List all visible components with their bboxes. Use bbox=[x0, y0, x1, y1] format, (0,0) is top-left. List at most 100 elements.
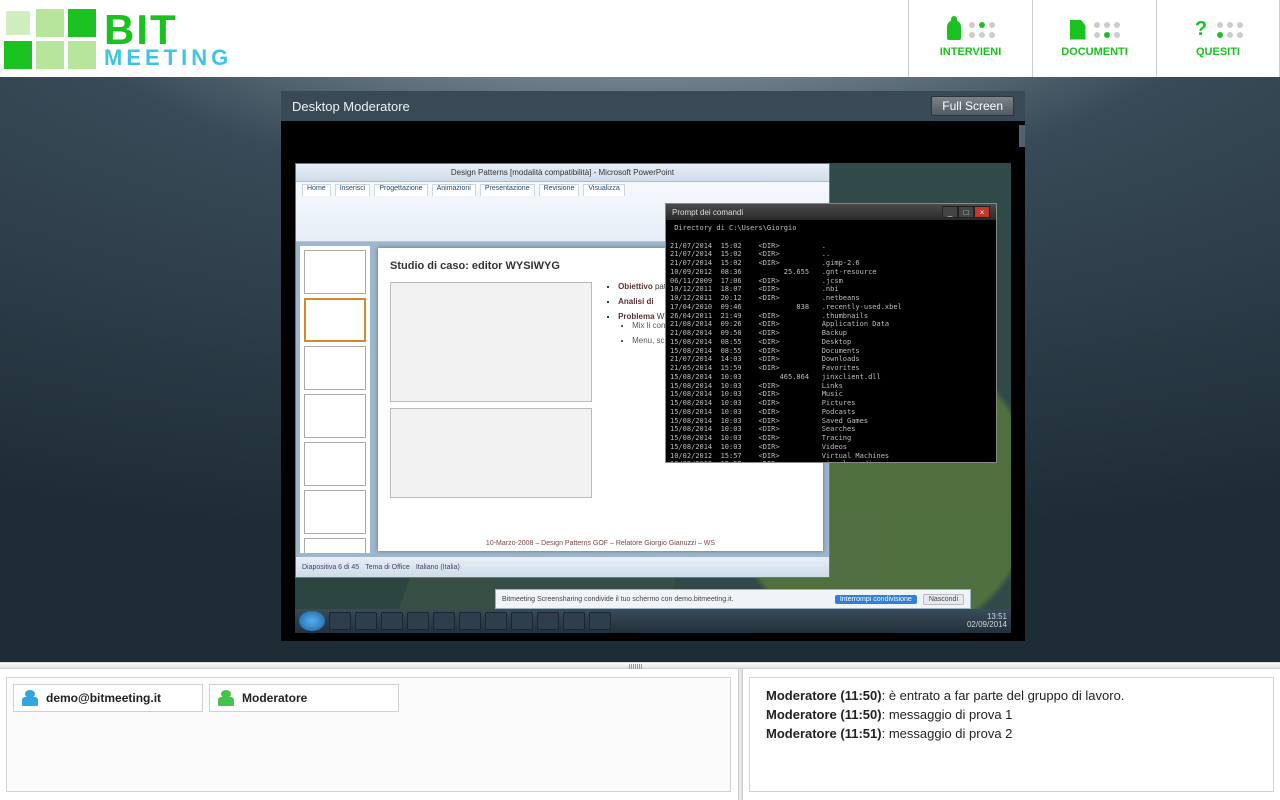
slide-image bbox=[390, 282, 592, 402]
taskbar-item bbox=[381, 612, 403, 630]
ribbon-tab: Inserisci bbox=[335, 184, 371, 196]
chat-author: Moderatore (11:50) bbox=[766, 707, 882, 722]
status-text: Italiano (Italia) bbox=[416, 564, 460, 571]
chat-line: Moderatore (11:50): è entrato a far part… bbox=[766, 688, 1257, 703]
share-text: Bitmeeting Screensharing condivide il tu… bbox=[502, 596, 734, 603]
max-icon: □ bbox=[958, 206, 974, 218]
question-icon: ? bbox=[1193, 20, 1209, 40]
bullet-head: Obiettivo bbox=[618, 282, 653, 291]
nav-quesiti[interactable]: ? QUESITI bbox=[1156, 0, 1280, 77]
brand-line2: MEETING bbox=[104, 47, 232, 69]
logo-mark bbox=[4, 9, 96, 69]
start-button-icon bbox=[299, 611, 325, 631]
remote-desktop[interactable]: Design Patterns [modalità compatibilità]… bbox=[295, 163, 1011, 633]
taskbar: 13:51 02/09/2014 bbox=[295, 609, 1011, 633]
document-icon bbox=[1070, 20, 1086, 40]
nav-intervieni[interactable]: INTERVIENI bbox=[908, 0, 1032, 77]
thumb bbox=[304, 538, 366, 553]
status-text: Tema di Office bbox=[365, 564, 410, 571]
user-icon bbox=[22, 690, 38, 706]
ribbon-tab: Animazioni bbox=[432, 184, 476, 196]
presenter-panel: Desktop Moderatore Full Screen Design Pa… bbox=[281, 91, 1025, 641]
horizontal-splitter[interactable] bbox=[0, 662, 1280, 669]
dots-icon bbox=[1217, 22, 1243, 38]
taskbar-item bbox=[433, 612, 455, 630]
participants-panel: demo@bitmeeting.it Moderatore bbox=[6, 677, 731, 792]
status-text: Diapositiva 6 di 45 bbox=[302, 564, 359, 571]
slide-image bbox=[390, 408, 592, 498]
cmd-titlebar: Prompt dei comandi _ □ × bbox=[666, 204, 996, 220]
stage: Desktop Moderatore Full Screen Design Pa… bbox=[0, 77, 1280, 662]
chat-line: Moderatore (11:50): messaggio di prova 1 bbox=[766, 707, 1257, 722]
taskbar-item bbox=[537, 612, 559, 630]
participant-name: demo@bitmeeting.it bbox=[46, 691, 161, 705]
chat-text: : messaggio di prova 1 bbox=[882, 707, 1013, 722]
ppt-titlebar: Design Patterns [modalità compatibilità]… bbox=[296, 164, 829, 182]
ribbon-tab: Presentazione bbox=[480, 184, 535, 196]
participant-name: Moderatore bbox=[242, 691, 307, 705]
chat-author: Moderatore (11:51) bbox=[766, 726, 882, 741]
share-bar: Bitmeeting Screensharing condivide il tu… bbox=[495, 589, 971, 609]
clock-date: 02/09/2014 bbox=[967, 621, 1007, 629]
cmd-title-text: Prompt dei comandi bbox=[672, 208, 743, 217]
cmd-window: Prompt dei comandi _ □ × Directory di C:… bbox=[665, 203, 997, 463]
nav-quesiti-label: QUESITI bbox=[1196, 46, 1240, 58]
panel-body: Design Patterns [modalità compatibilità]… bbox=[281, 121, 1025, 641]
window-buttons: _ □ × bbox=[942, 206, 990, 218]
taskbar-item bbox=[511, 612, 533, 630]
thumb bbox=[304, 250, 366, 294]
thumb-selected bbox=[304, 298, 366, 342]
taskbar-item bbox=[355, 612, 377, 630]
nav-documenti[interactable]: DOCUMENTI bbox=[1032, 0, 1156, 77]
logo: BIT MEETING bbox=[0, 9, 232, 69]
taskbar-item bbox=[589, 612, 611, 630]
ppt-thumbnails bbox=[300, 246, 370, 553]
ribbon-tab: Revisione bbox=[539, 184, 580, 196]
bullet-head: Analisi di bbox=[618, 297, 654, 306]
nav-documenti-label: DOCUMENTI bbox=[1061, 46, 1128, 58]
chat-text: : è entrato a far parte del gruppo di la… bbox=[882, 688, 1125, 703]
side-handle[interactable] bbox=[1019, 125, 1025, 147]
nav-intervieni-label: INTERVIENI bbox=[940, 46, 1002, 58]
ribbon-tab: Home bbox=[302, 184, 331, 196]
bottom-area: demo@bitmeeting.it Moderatore Moderatore … bbox=[0, 669, 1280, 800]
thumb bbox=[304, 442, 366, 486]
min-icon: _ bbox=[942, 206, 958, 218]
ribbon-tab: Progettazione bbox=[374, 184, 427, 196]
chat-author: Moderatore (11:50) bbox=[766, 688, 882, 703]
vertical-splitter[interactable] bbox=[731, 669, 749, 800]
dots-icon bbox=[969, 22, 995, 38]
taskbar-item bbox=[407, 612, 429, 630]
user-icon bbox=[218, 690, 234, 706]
taskbar-item bbox=[563, 612, 585, 630]
stop-sharing-button: Interrompi condivisione bbox=[835, 595, 917, 604]
close-icon: × bbox=[974, 206, 990, 218]
logo-text: BIT MEETING bbox=[104, 9, 232, 69]
dots-icon bbox=[1094, 22, 1120, 38]
participant-chip[interactable]: demo@bitmeeting.it bbox=[13, 684, 203, 712]
hand-icon bbox=[947, 20, 961, 40]
fullscreen-button[interactable]: Full Screen bbox=[931, 96, 1014, 116]
taskbar-item bbox=[459, 612, 481, 630]
chat-text: : messaggio di prova 2 bbox=[882, 726, 1013, 741]
header: BIT MEETING INTERVIENI DOCUMENTI ? QUESI… bbox=[0, 0, 1280, 77]
thumb bbox=[304, 346, 366, 390]
taskbar-clock: 13:51 02/09/2014 bbox=[967, 613, 1007, 629]
hide-sharing-button: Nascondi bbox=[923, 594, 964, 605]
participant-chip[interactable]: Moderatore bbox=[209, 684, 399, 712]
taskbar-item bbox=[485, 612, 507, 630]
bullet-head: Problema bbox=[618, 312, 654, 321]
top-nav: INTERVIENI DOCUMENTI ? QUESITI bbox=[908, 0, 1280, 77]
cmd-output: Directory di C:\Users\Giorgio 21/07/2014… bbox=[666, 220, 996, 462]
ppt-statusbar: Diapositiva 6 di 45 Tema di Office Itali… bbox=[296, 557, 829, 577]
chat-line: Moderatore (11:51): messaggio di prova 2 bbox=[766, 726, 1257, 741]
taskbar-item bbox=[329, 612, 351, 630]
ribbon-tab: Visualizza bbox=[583, 184, 624, 196]
thumb bbox=[304, 490, 366, 534]
panel-header: Desktop Moderatore Full Screen bbox=[281, 91, 1025, 121]
slide-footer: 10-Marzo-2008 – Design Patterns GOF – Re… bbox=[378, 540, 823, 547]
thumb bbox=[304, 394, 366, 438]
ppt-ribbon-tabs: Home Inserisci Progettazione Animazioni … bbox=[296, 182, 829, 198]
panel-title: Desktop Moderatore bbox=[292, 99, 410, 114]
chat-panel: Moderatore (11:50): è entrato a far part… bbox=[749, 677, 1274, 792]
